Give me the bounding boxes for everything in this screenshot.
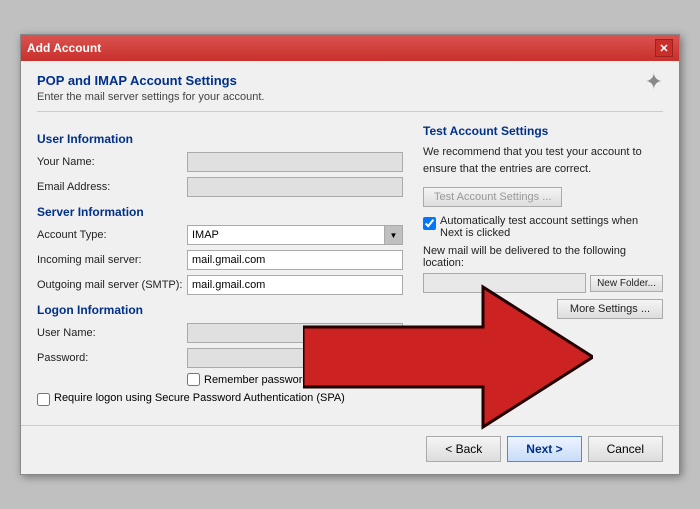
spa-row: Require logon using Secure Password Auth…	[37, 391, 403, 406]
outgoing-server-input[interactable]: mail.gmail.com	[187, 275, 403, 295]
close-button[interactable]: ✕	[655, 39, 673, 57]
account-type-row: Account Type: IMAP ▼	[37, 225, 403, 245]
add-account-window: Add Account ✕ POP and IMAP Account Setti…	[20, 34, 680, 474]
header-title: POP and IMAP Account Settings	[37, 73, 264, 88]
username-input[interactable]	[187, 323, 403, 343]
password-input[interactable]	[187, 348, 403, 368]
incoming-server-row: Incoming mail server: mail.gmail.com	[37, 250, 403, 270]
test-settings-desc: We recommend that you test your account …	[423, 144, 663, 177]
your-name-row: Your Name:	[37, 152, 403, 172]
test-settings-title: Test Account Settings	[423, 124, 663, 138]
window-title: Add Account	[27, 41, 101, 55]
more-settings-row: More Settings ...	[423, 299, 663, 319]
left-panel: User Information Your Name: Email Addres…	[37, 124, 403, 406]
auto-test-row: Automatically test account settings when…	[423, 215, 663, 239]
account-type-value: IMAP	[188, 229, 384, 241]
spa-checkbox[interactable]	[37, 393, 50, 406]
cancel-button[interactable]: Cancel	[588, 436, 663, 462]
test-account-button[interactable]: Test Account Settings ...	[423, 187, 562, 207]
your-name-label: Your Name:	[37, 156, 187, 168]
password-label: Password:	[37, 352, 187, 364]
header-icon: ✦	[645, 69, 663, 95]
your-name-input[interactable]	[187, 152, 403, 172]
incoming-server-label: Incoming mail server:	[37, 254, 187, 266]
header-subtitle: Enter the mail server settings for your …	[37, 91, 264, 103]
email-label: Email Address:	[37, 181, 187, 193]
header-text: POP and IMAP Account Settings Enter the …	[37, 73, 264, 103]
email-input[interactable]	[187, 177, 403, 197]
password-row: Password:	[37, 348, 403, 368]
deliver-label: New mail will be delivered to the follow…	[423, 245, 663, 269]
remember-row: Remember password	[37, 373, 403, 386]
auto-test-label: Automatically test account settings when…	[440, 215, 663, 239]
account-type-arrow[interactable]: ▼	[384, 226, 402, 244]
account-type-label: Account Type:	[37, 229, 187, 241]
content-area: User Information Your Name: Email Addres…	[37, 124, 663, 406]
footer: < Back Next > Cancel	[21, 425, 679, 474]
incoming-server-input[interactable]: mail.gmail.com	[187, 250, 403, 270]
next-button[interactable]: Next >	[507, 436, 581, 462]
back-button[interactable]: < Back	[426, 436, 501, 462]
deliver-input[interactable]	[423, 273, 586, 293]
title-bar: Add Account ✕	[21, 35, 679, 61]
window-body: POP and IMAP Account Settings Enter the …	[21, 61, 679, 416]
deliver-row: New Folder...	[423, 273, 663, 293]
username-label: User Name:	[37, 327, 187, 339]
new-folder-button[interactable]: New Folder...	[590, 275, 663, 292]
email-row: Email Address:	[37, 177, 403, 197]
more-settings-button[interactable]: More Settings ...	[557, 299, 663, 319]
user-info-title: User Information	[37, 132, 403, 146]
logon-info-title: Logon Information	[37, 303, 403, 317]
header-section: POP and IMAP Account Settings Enter the …	[37, 73, 663, 112]
remember-password-label: Remember password	[204, 374, 309, 386]
username-row: User Name:	[37, 323, 403, 343]
auto-test-checkbox[interactable]	[423, 217, 436, 230]
server-info-title: Server Information	[37, 205, 403, 219]
outgoing-server-row: Outgoing mail server (SMTP): mail.gmail.…	[37, 275, 403, 295]
remember-password-checkbox[interactable]	[187, 373, 200, 386]
right-panel: Test Account Settings We recommend that …	[423, 124, 663, 406]
spa-label: Require logon using Secure Password Auth…	[54, 391, 345, 406]
outgoing-server-label: Outgoing mail server (SMTP):	[37, 279, 187, 291]
account-type-select[interactable]: IMAP ▼	[187, 225, 403, 245]
